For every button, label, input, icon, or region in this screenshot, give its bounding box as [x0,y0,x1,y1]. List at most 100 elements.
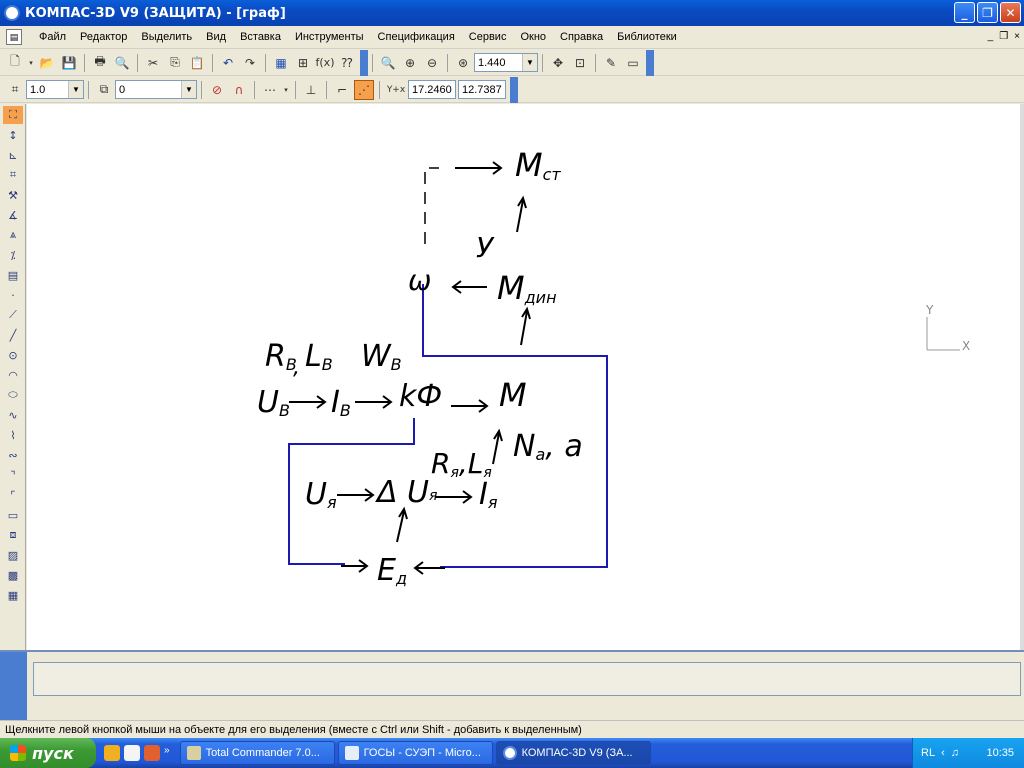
aux-line-icon[interactable]: ⟋ [3,306,23,324]
dimensions-icon[interactable]: ↕ [3,126,23,144]
title-bar[interactable]: КОМПАС-3D V9 (ЗАЩИТА) - [граф] _ ❐ ✕ [0,0,1024,26]
menu-editor[interactable]: Редактор [73,31,134,43]
zoom-scale-icon[interactable]: ⊛ [453,53,473,73]
document-icon[interactable]: ▤ [6,29,22,45]
refresh-icon[interactable]: ✎ [601,53,621,73]
fillet-icon[interactable]: ⌜ [3,486,23,504]
edit-icon[interactable]: ⌗ [3,166,23,184]
save-icon[interactable]: 💾 [59,53,79,73]
menu-file[interactable]: Файл [32,31,73,43]
cut-icon[interactable]: ✂ [143,53,163,73]
toolbar-grip[interactable] [646,49,654,76]
kompas-app-icon[interactable] [4,5,20,21]
menu-select[interactable]: Выделить [134,31,199,43]
open-folder-icon[interactable]: 📂 [37,53,57,73]
paste-icon[interactable]: 📋 [187,53,207,73]
coord-y-field[interactable]: 12.7387 [458,80,506,99]
pan-icon[interactable]: ✥ [548,53,568,73]
print-icon[interactable]: 🖶 [90,53,110,73]
language-indicator[interactable]: RL [921,747,935,759]
reports-icon[interactable]: ▤ [3,266,23,284]
variables-icon[interactable]: f(x) [315,53,335,73]
mdi-restore-button[interactable]: ❐ [999,31,1008,42]
copy-icon[interactable]: ⎘ [165,53,185,73]
quick-launch-doc-icon[interactable] [124,745,140,761]
select-icon[interactable]: ⩓ [3,226,23,244]
property-panel-grip[interactable] [0,652,27,722]
manager-icon[interactable]: ▦ [271,53,291,73]
menu-insert[interactable]: Вставка [233,31,288,43]
spline-icon[interactable]: ∿ [3,406,23,424]
toolbar-grip[interactable] [510,76,518,103]
bezier-icon[interactable]: ∾ [3,446,23,464]
zoom-window-icon[interactable]: 🔍 [378,53,398,73]
step-cursor-icon[interactable]: ⌗ [5,80,25,100]
properties-icon[interactable]: ⊘ [207,80,227,100]
circle-icon[interactable]: ⊙ [3,346,23,364]
rectangle-icon[interactable]: ▭ [3,506,23,524]
menu-help[interactable]: Справка [553,31,610,43]
menu-service[interactable]: Сервис [462,31,514,43]
mdi-close-button[interactable]: × [1014,31,1020,42]
start-button[interactable]: пуск [0,738,96,768]
mdi-minimize-button[interactable]: _ [988,31,994,42]
volume-icon[interactable]: ♫ [951,747,959,759]
quick-launch-app-icon[interactable] [104,745,120,761]
show-all-icon[interactable]: ⊡ [570,53,590,73]
chevron-down-icon[interactable]: ▼ [181,81,196,98]
vertical-scrollbar[interactable] [1020,104,1024,650]
local-cs-icon[interactable]: ⊥ [301,80,321,100]
task-kompas[interactable]: КОМПАС-3D V9 (ЗА... [495,741,651,765]
polyline-icon[interactable]: ⌇ [3,426,23,444]
point-icon[interactable]: · [3,286,23,304]
arc-icon[interactable]: ◠ [3,366,23,384]
library-icon[interactable]: ⊞ [293,53,313,73]
geometry-icon[interactable]: ⛶ [3,106,23,124]
print-preview-icon[interactable]: 🔍 [112,53,132,73]
chamfer-icon[interactable]: ⌝ [3,466,23,484]
minimize-button[interactable]: _ [954,2,975,23]
measure-icon[interactable]: ∡ [3,206,23,224]
close-button[interactable]: ✕ [1000,2,1021,23]
parametrize-icon[interactable]: ⚒ [3,186,23,204]
coord-x-field[interactable]: 17.2460 [408,80,456,99]
chevron-down-icon[interactable]: ▼ [68,81,83,98]
redo-icon[interactable]: ↷ [240,53,260,73]
task-word[interactable]: ГОСЫ - СУЭП - Micro... [337,741,493,765]
magnet-icon[interactable]: ∩ [229,80,249,100]
task-total-commander[interactable]: Total Commander 7.0... [179,741,335,765]
drawing-canvas[interactable]: Mст У ω Mдин RВ , LВ WВ UВ IВ kФ M Na, a… [27,104,1020,650]
spec-icon[interactable]: ⁒ [3,246,23,264]
segment-icon[interactable]: ╱ [3,326,23,344]
new-dropdown-icon[interactable]: ▾ [27,53,35,73]
contour-icon[interactable]: ⧈ [3,526,23,544]
step-combo[interactable]: 1.0 ▼ [26,80,84,99]
context-help-icon[interactable]: ⁇ [337,53,357,73]
quick-launch-more-icon[interactable]: » [164,745,170,761]
snap-icon[interactable]: ⋰ [354,79,374,100]
zoom-out-icon[interactable]: ⊖ [422,53,442,73]
maximize-button[interactable]: ❐ [977,2,998,23]
layer-combo[interactable]: 0 ▼ [115,80,197,99]
layers-icon[interactable]: ⧉ [94,80,114,100]
display-icon[interactable]: ▭ [623,53,643,73]
tray-expand-icon[interactable]: ‹ [941,747,945,759]
quick-launch-app2-icon[interactable] [144,745,160,761]
grid-dropdown-icon[interactable]: ▾ [282,80,290,100]
menu-tools[interactable]: Инструменты [288,31,371,43]
hatch-icon[interactable]: ▨ [3,546,23,564]
stamp-icon[interactable]: ▦ [3,586,23,604]
undo-icon[interactable]: ↶ [218,53,238,73]
zoom-combo[interactable]: 1.440 ▼ [474,53,538,72]
menu-libraries[interactable]: Библиотеки [610,31,684,43]
new-document-icon[interactable]: 🗋 [5,53,25,73]
menu-specification[interactable]: Спецификация [371,31,462,43]
toolbar-grip[interactable] [360,49,368,76]
symbols-icon[interactable]: ⊾ [3,146,23,164]
clock[interactable]: 10:35 [986,747,1014,759]
chevron-down-icon[interactable]: ▼ [522,54,537,71]
ellipse-icon[interactable]: ⬭ [3,386,23,404]
zoom-in-icon[interactable]: ⊕ [400,53,420,73]
fill-icon[interactable]: ▩ [3,566,23,584]
menu-window[interactable]: Окно [513,31,553,43]
